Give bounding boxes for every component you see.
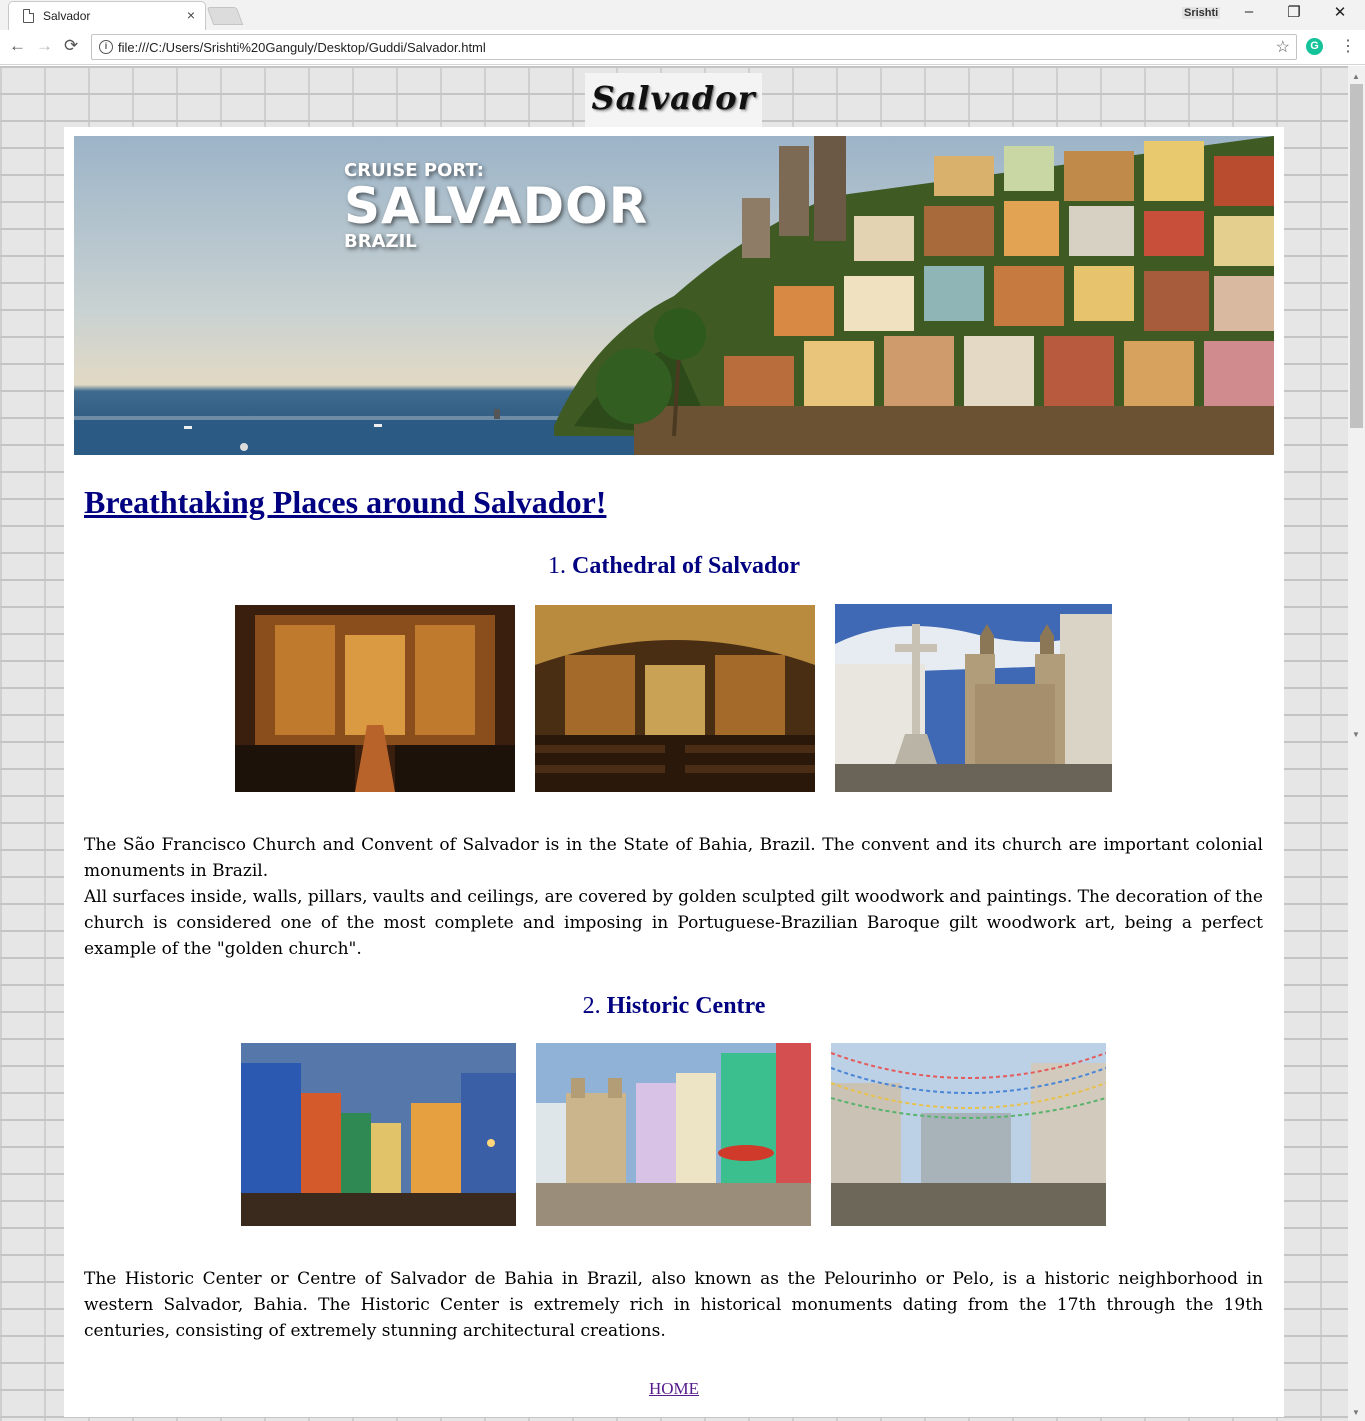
place-name: Historic Centre: [606, 993, 766, 1019]
home-link[interactable]: HOME: [64, 1379, 1284, 1399]
cathedral-nave-photo: [535, 605, 815, 792]
logo-text: Salvador: [591, 79, 756, 117]
banner-scene: [74, 136, 1274, 455]
scroll-thumb[interactable]: [1350, 84, 1363, 428]
scroll-up-icon[interactable]: ▲: [1352, 72, 1360, 81]
page-viewport: Salvador CRUISE PORT: SALVADOR BRAZIL Br…: [0, 66, 1348, 1421]
back-button[interactable]: ←: [9, 36, 26, 56]
historic-street-night-photo: [241, 1043, 516, 1226]
page-scrollbar[interactable]: ▲ ▼ ▼: [1348, 66, 1365, 1421]
tab-bar: Salvador × Srishti – ❐ ✕: [0, 0, 1365, 30]
scroll-marker-icon: ▼: [1352, 730, 1360, 739]
cathedral-exterior-photo: [835, 604, 1112, 792]
browser-menu-icon[interactable]: ⋮: [1340, 36, 1356, 56]
close-tab-icon[interactable]: ×: [187, 7, 195, 23]
place-heading-cathedral: 1. Cathedral of Salvador: [64, 553, 1284, 580]
cathedral-interior-photo: [235, 605, 515, 792]
banner-caption: CRUISE PORT: SALVADOR BRAZIL: [344, 160, 648, 252]
url-text[interactable]: file:///C:/Users/Srishti%20Ganguly/Deskt…: [118, 40, 486, 55]
grammarly-extension-icon[interactable]: G: [1306, 38, 1323, 55]
historic-centre-description: The Historic Center or Centre of Salvado…: [84, 1266, 1263, 1344]
description-paragraph: All surfaces inside, walls, pillars, vau…: [84, 887, 1263, 959]
new-tab-button[interactable]: [206, 7, 244, 25]
place-number: 1.: [548, 553, 566, 579]
bookmark-star-icon[interactable]: ☆: [1276, 37, 1290, 57]
profile-name[interactable]: Srishti: [1182, 7, 1221, 19]
tab-title: Salvador: [43, 9, 91, 23]
browser-toolbar: ← → ⟳ i file:///C:/Users/Srishti%20Gangu…: [0, 30, 1365, 65]
historic-square-photo: [536, 1043, 811, 1226]
description-paragraph: The São Francisco Church and Convent of …: [84, 835, 1263, 881]
reload-button[interactable]: ⟳: [64, 36, 78, 56]
minimize-button[interactable]: –: [1234, 3, 1264, 20]
scroll-down-icon[interactable]: ▼: [1352, 1408, 1360, 1417]
description-paragraph: The Historic Center or Centre of Salvado…: [84, 1269, 1263, 1341]
cathedral-description: The São Francisco Church and Convent of …: [84, 832, 1263, 962]
place-number: 2.: [582, 993, 601, 1019]
banner-title: SALVADOR: [344, 177, 649, 235]
historic-festival-street-photo: [831, 1043, 1106, 1226]
place-heading-historic-centre: 2. Historic Centre: [64, 993, 1284, 1020]
content-panel: CRUISE PORT: SALVADOR BRAZIL Breathtakin…: [64, 127, 1284, 1417]
forward-button[interactable]: →: [36, 36, 53, 56]
browser-tab[interactable]: Salvador ×: [8, 1, 206, 30]
close-window-button[interactable]: ✕: [1325, 3, 1355, 21]
place-name: Cathedral of Salvador: [572, 553, 800, 579]
info-icon[interactable]: i: [99, 40, 113, 54]
page-icon: [23, 9, 34, 23]
banner-image: CRUISE PORT: SALVADOR BRAZIL: [74, 136, 1274, 455]
site-logo: Salvador: [585, 73, 762, 127]
section-title[interactable]: Breathtaking Places around Salvador!: [84, 484, 606, 521]
restore-button[interactable]: ❐: [1279, 3, 1309, 21]
address-bar[interactable]: i file:///C:/Users/Srishti%20Ganguly/Des…: [91, 34, 1297, 60]
